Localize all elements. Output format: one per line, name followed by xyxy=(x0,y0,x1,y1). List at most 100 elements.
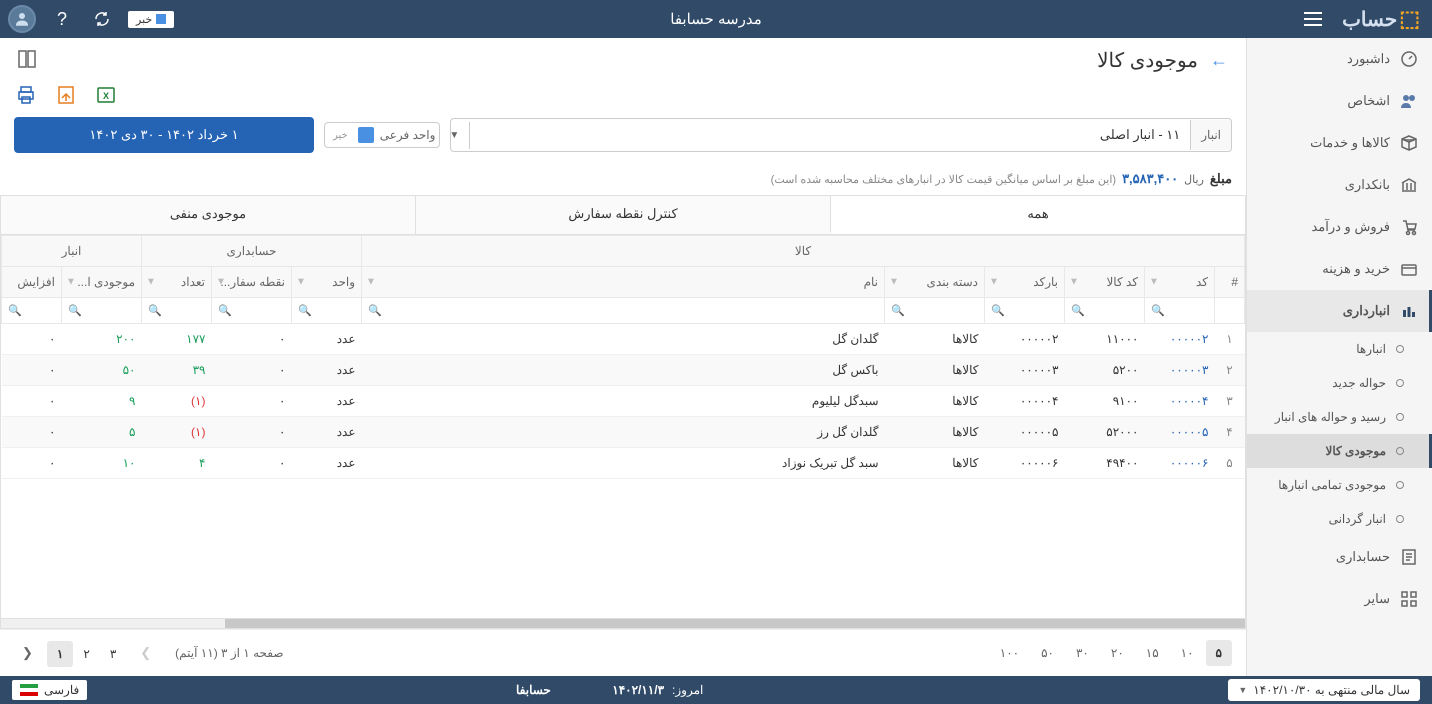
sidebar-item-6[interactable]: انبارداری xyxy=(1247,290,1432,332)
export-excel-button[interactable]: X xyxy=(94,83,118,107)
search-qty[interactable]: 🔍 xyxy=(142,298,212,324)
tab-2[interactable]: موجودی منفی xyxy=(1,196,415,234)
sidebar-item-1[interactable]: اشخاص xyxy=(1247,80,1432,122)
sidebar-item-2[interactable]: کالاها و خدمات xyxy=(1247,122,1432,164)
page-۲[interactable]: ۲ xyxy=(73,641,99,667)
next-page-button[interactable]: ❮ xyxy=(14,641,41,665)
horizontal-scrollbar[interactable] xyxy=(0,619,1246,629)
help-icon[interactable]: ? xyxy=(48,5,76,33)
code-link[interactable]: ۰۰۰۰۰۵ xyxy=(1145,417,1215,448)
page-size-۵۰[interactable]: ۵۰ xyxy=(1031,640,1064,666)
bullet-icon xyxy=(1396,345,1404,353)
table-row[interactable]: ۳۰۰۰۰۰۴۹۱۰۰۰۰۰۰۰۴کالاهاسبدگل لیلیومعدد۰(… xyxy=(2,386,1245,417)
sidebar-sub-2[interactable]: رسید و حواله های انبار xyxy=(1247,400,1432,434)
col-unit[interactable]: واحد▼ xyxy=(292,267,362,298)
menu-toggle[interactable] xyxy=(1296,2,1330,36)
language-select[interactable]: فارسی xyxy=(12,680,87,700)
page-۱[interactable]: ۱ xyxy=(47,641,73,667)
sidebar: داشبورداشخاصکالاها و خدماتبانکداریفروش و… xyxy=(1246,38,1432,676)
page-size-۱۰[interactable]: ۱۰ xyxy=(1171,640,1204,666)
print-button[interactable] xyxy=(14,83,38,107)
app-logo[interactable]: ⬚حساب xyxy=(1338,6,1424,32)
amount-value: ۳,۵۸۳,۴۰۰ xyxy=(1122,171,1178,187)
search-barcode[interactable]: 🔍 xyxy=(985,298,1065,324)
flag-icon xyxy=(20,684,38,696)
sidebar-item-7[interactable]: حسابداری xyxy=(1247,536,1432,578)
col-qty[interactable]: تعداد▼ xyxy=(142,267,212,298)
sidebar-item-3[interactable]: بانکداری xyxy=(1247,164,1432,206)
page-۳[interactable]: ۳ xyxy=(100,641,126,667)
search-increase[interactable]: 🔍 xyxy=(2,298,62,324)
col-increase[interactable]: افزایش xyxy=(2,267,62,298)
user-avatar[interactable] xyxy=(8,5,36,33)
search-item-code[interactable]: 🔍 xyxy=(1065,298,1145,324)
page-title: موجودی کالا xyxy=(1097,48,1198,73)
fiscal-year-select[interactable]: سال مالی منتهی به ۱۴۰۲/۱۰/۳۰ ▼ xyxy=(1228,679,1420,701)
amount-label: مبلغ xyxy=(1210,171,1232,187)
sidebar-item-0[interactable]: داشبورد xyxy=(1247,38,1432,80)
search-unit[interactable]: 🔍 xyxy=(292,298,362,324)
col-category[interactable]: دسته بندی▼ xyxy=(885,267,985,298)
warehouse-select[interactable]: ۱۱ - انبار اصلی xyxy=(470,119,1190,151)
chevron-down-icon[interactable]: ▼ xyxy=(450,122,470,149)
table-row[interactable]: ۲۰۰۰۰۰۳۵۲۰۰۰۰۰۰۰۳کالاهاباکس گلعدد۰۳۹۵۰۰ xyxy=(2,355,1245,386)
tab-1[interactable]: کنترل نقطه سفارش xyxy=(415,196,830,234)
other-icon xyxy=(1400,590,1418,608)
sidebar-sub-4[interactable]: موجودی تمامی انبارها xyxy=(1247,468,1432,502)
col-barcode[interactable]: بارکد▼ xyxy=(985,267,1065,298)
code-link[interactable]: ۰۰۰۰۰۳ xyxy=(1145,355,1215,386)
sidebar-item-8[interactable]: سایر xyxy=(1247,578,1432,620)
table-row[interactable]: ۱۰۰۰۰۰۲۱۱۰۰۰۰۰۰۰۰۲کالاهاگلدان گلعدد۰۱۷۷۲… xyxy=(2,324,1245,355)
col-num[interactable]: # xyxy=(1215,267,1245,298)
search-code[interactable]: 🔍 xyxy=(1145,298,1215,324)
sidebar-sub-0[interactable]: انبارها xyxy=(1247,332,1432,366)
page-size-۱۵[interactable]: ۱۵ xyxy=(1136,640,1169,666)
search-reorder[interactable]: 🔍 xyxy=(212,298,292,324)
today-value: ۱۴۰۲/۱۱/۳ xyxy=(612,683,664,697)
subunit-toggle[interactable]: واحد فرعی خیر xyxy=(325,123,439,147)
page-size-۵[interactable]: ۵ xyxy=(1206,640,1232,666)
code-link[interactable]: ۰۰۰۰۰۲ xyxy=(1145,324,1215,355)
sidebar-item-5[interactable]: خرید و هزینه xyxy=(1247,248,1432,290)
app-title: مدرسه حسابفا xyxy=(670,10,762,28)
col-item-code[interactable]: کد کالا▼ xyxy=(1065,267,1145,298)
col-group-accounting: حسابداری xyxy=(142,236,362,267)
code-link[interactable]: ۰۰۰۰۰۴ xyxy=(1145,386,1215,417)
table-row[interactable]: ۴۰۰۰۰۰۵۵۲۰۰۰۰۰۰۰۰۵کالاهاگلدان گل رزعدد۰(… xyxy=(2,417,1245,448)
col-first-inv[interactable]: موجودی ا...▼ xyxy=(62,267,142,298)
svg-text:X: X xyxy=(103,91,109,101)
sidebar-sub-1[interactable]: حواله جدید xyxy=(1247,366,1432,400)
back-arrow-icon[interactable]: ← xyxy=(1210,50,1228,71)
code-link[interactable]: ۰۰۰۰۰۶ xyxy=(1145,448,1215,479)
page-info: صفحه ۱ از ۳ (۱۱ آیتم) xyxy=(165,646,293,660)
bank-icon xyxy=(1400,176,1418,194)
tab-0[interactable]: همه xyxy=(830,196,1245,234)
col-reorder[interactable]: نقطه سفار...▼ xyxy=(212,267,292,298)
search-category[interactable]: 🔍 xyxy=(885,298,985,324)
search-first-inv[interactable]: 🔍 xyxy=(62,298,142,324)
refresh-icon[interactable] xyxy=(88,5,116,33)
col-name[interactable]: نام▼ xyxy=(362,267,885,298)
amount-unit: ریال xyxy=(1184,173,1204,186)
prev-page-button[interactable]: ❯ xyxy=(132,641,159,665)
amount-note: (این مبلغ بر اساس میانگین قیمت کالا در ا… xyxy=(771,173,1116,186)
page-size-۱۰۰[interactable]: ۱۰۰ xyxy=(990,640,1029,666)
footer-brand: حسابفا xyxy=(516,683,551,697)
sidebar-sub-5[interactable]: انبار گردانی xyxy=(1247,502,1432,536)
col-code[interactable]: کد▼ xyxy=(1145,267,1215,298)
box-icon xyxy=(1400,134,1418,152)
page-size-۲۰[interactable]: ۲۰ xyxy=(1101,640,1134,666)
bullet-icon xyxy=(1396,379,1404,387)
bullet-icon xyxy=(1396,481,1404,489)
sidebar-sub-3[interactable]: موجودی کالا xyxy=(1247,434,1432,468)
date-range-button[interactable]: ۱ خرداد ۱۴۰۲ - ۳۰ دی ۱۴۰۲ xyxy=(14,117,314,153)
sidebar-item-4[interactable]: فروش و درآمد xyxy=(1247,206,1432,248)
dashboard-icon xyxy=(1400,50,1418,68)
table-row[interactable]: ۵۰۰۰۰۰۶۴۹۴۰۰۰۰۰۰۰۶کالاهاسبد گل تبریک نوز… xyxy=(2,448,1245,479)
layout-icon[interactable] xyxy=(18,50,36,71)
search-name[interactable]: 🔍 xyxy=(362,298,885,324)
buy-icon xyxy=(1400,260,1418,278)
export-pdf-button[interactable] xyxy=(54,83,78,107)
page-size-۳۰[interactable]: ۳۰ xyxy=(1066,640,1099,666)
news-badge[interactable]: خبر xyxy=(128,11,174,28)
